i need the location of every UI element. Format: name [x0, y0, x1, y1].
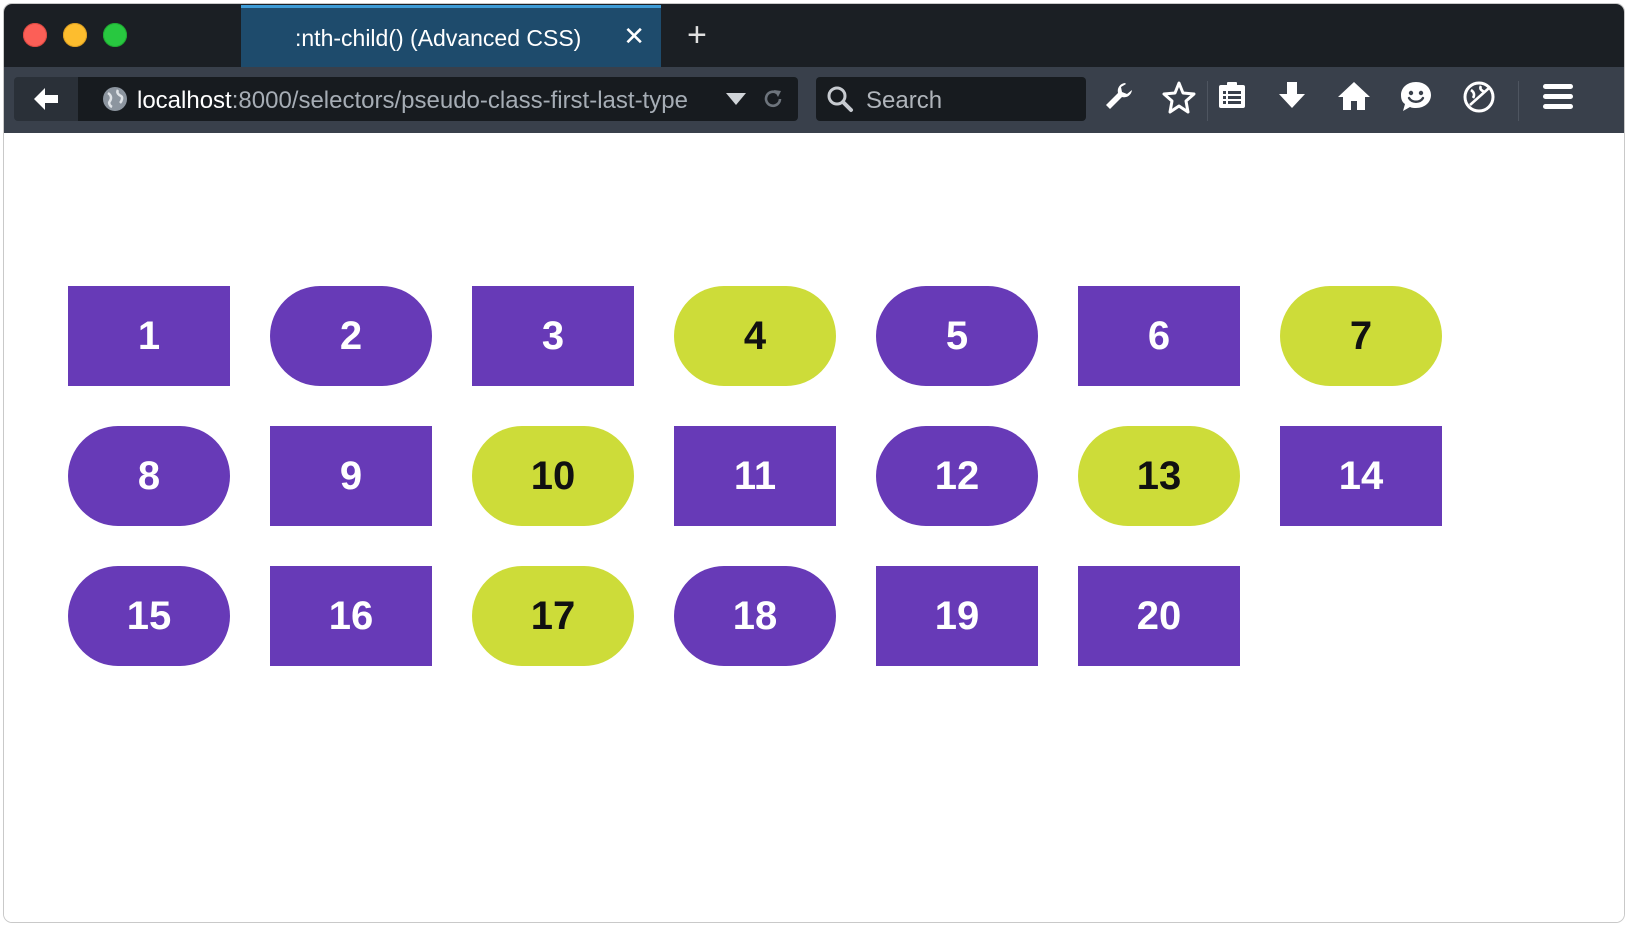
box-grid: 1 2 3 4 5 6 7 8 9 10 11 12 13 14 15 16 17 18 19 20 [68, 286, 1442, 666]
tab-active[interactable]: :nth-child() (Advanced CSS) ✕ [241, 5, 661, 67]
download-icon[interactable] [1276, 80, 1308, 112]
chevron-down-icon[interactable] [725, 92, 747, 106]
toolbar-separator [1207, 81, 1208, 121]
window-minimize-button[interactable] [63, 23, 87, 47]
numbered-box-4: 4 [674, 286, 836, 386]
tab-close-icon[interactable]: ✕ [623, 21, 645, 51]
numbered-box-8: 8 [68, 426, 230, 526]
tab-title: :nth-child() (Advanced CSS) [295, 25, 582, 51]
new-tab-button[interactable]: + [687, 18, 707, 52]
tracking-icon[interactable] [1462, 80, 1496, 114]
numbered-box-11: 11 [674, 426, 836, 526]
page-content: 1 2 3 4 5 6 7 8 9 10 11 12 13 14 15 16 17 18 19 20 [4, 133, 1624, 922]
back-button[interactable] [14, 77, 78, 121]
numbered-box-12: 12 [876, 426, 1038, 526]
numbered-box-10: 10 [472, 426, 634, 526]
numbered-box-13: 13 [1078, 426, 1240, 526]
chat-icon[interactable] [1399, 80, 1433, 114]
tab-strip: :nth-child() (Advanced CSS) ✕ + [4, 4, 1624, 67]
numbered-box-20: 20 [1078, 566, 1240, 666]
window-close-button[interactable] [23, 23, 47, 47]
window-maximize-button[interactable] [103, 23, 127, 47]
home-icon[interactable] [1337, 80, 1371, 112]
navigation-toolbar: localhost:8000/selectors/pseudo-class-fi… [4, 67, 1624, 133]
toolbar-separator [1518, 81, 1519, 121]
numbered-box-14: 14 [1280, 426, 1442, 526]
browser-window: :nth-child() (Advanced CSS) ✕ + localhos… [4, 4, 1624, 922]
reload-icon[interactable] [762, 88, 784, 110]
numbered-box-15: 15 [68, 566, 230, 666]
numbered-box-1: 1 [68, 286, 230, 386]
numbered-box-19: 19 [876, 566, 1038, 666]
numbered-box-2: 2 [270, 286, 432, 386]
numbered-box-7: 7 [1280, 286, 1442, 386]
numbered-box-17: 17 [472, 566, 634, 666]
star-icon[interactable] [1161, 80, 1197, 116]
numbered-box-3: 3 [472, 286, 634, 386]
search-bar[interactable]: Search [816, 77, 1086, 121]
menu-icon[interactable] [1541, 80, 1575, 112]
url-path: :8000/selectors/pseudo-class-first-last-… [231, 87, 688, 114]
search-icon [827, 86, 853, 112]
numbered-box-5: 5 [876, 286, 1038, 386]
numbered-box-16: 16 [270, 566, 432, 666]
url-text[interactable]: localhost:8000/selectors/pseudo-class-fi… [137, 87, 712, 115]
numbered-box-9: 9 [270, 426, 432, 526]
reading-list-icon[interactable] [1216, 80, 1248, 112]
search-placeholder: Search [866, 87, 943, 114]
wrench-icon[interactable] [1103, 80, 1135, 112]
numbered-box-18: 18 [674, 566, 836, 666]
globe-icon [103, 87, 127, 111]
numbered-box-6: 6 [1078, 286, 1240, 386]
url-host: localhost [137, 87, 232, 114]
back-arrow-icon [34, 88, 58, 110]
url-bar[interactable]: localhost:8000/selectors/pseudo-class-fi… [78, 77, 798, 121]
